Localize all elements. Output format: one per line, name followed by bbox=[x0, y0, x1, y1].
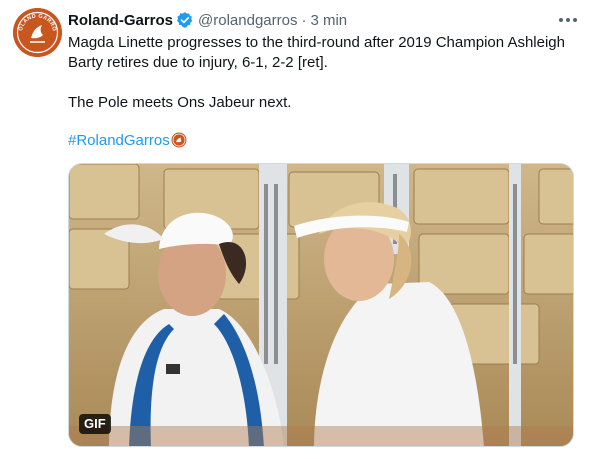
hashtag-link[interactable]: #RolandGarros bbox=[68, 132, 170, 149]
more-options-icon[interactable] bbox=[554, 10, 582, 30]
avatar[interactable]: ROLAND GARROS bbox=[13, 8, 62, 57]
tweet-text: Magda Linette progresses to the third-ro… bbox=[68, 33, 578, 113]
timestamp[interactable]: 3 min bbox=[310, 12, 347, 29]
tweet[interactable]: ROLAND GARROS Roland-Garros @rolandgarro… bbox=[0, 0, 596, 459]
verified-badge-icon bbox=[176, 11, 194, 29]
tweet-text-line2: The Pole meets Ons Jabeur next. bbox=[68, 94, 292, 111]
gif-badge: GIF bbox=[79, 414, 111, 434]
hashtag-line: #RolandGarros bbox=[68, 131, 187, 151]
handle[interactable]: @rolandgarros bbox=[198, 12, 297, 29]
display-name[interactable]: Roland-Garros bbox=[68, 12, 173, 29]
tweet-header: Roland-Garros @rolandgarros · 3 min bbox=[68, 10, 347, 30]
roland-garros-emoji-icon bbox=[171, 132, 187, 148]
media-gif[interactable]: GIF bbox=[68, 163, 574, 447]
separator: · bbox=[301, 11, 307, 29]
tweet-text-line1: Magda Linette progresses to the third-ro… bbox=[68, 34, 565, 71]
